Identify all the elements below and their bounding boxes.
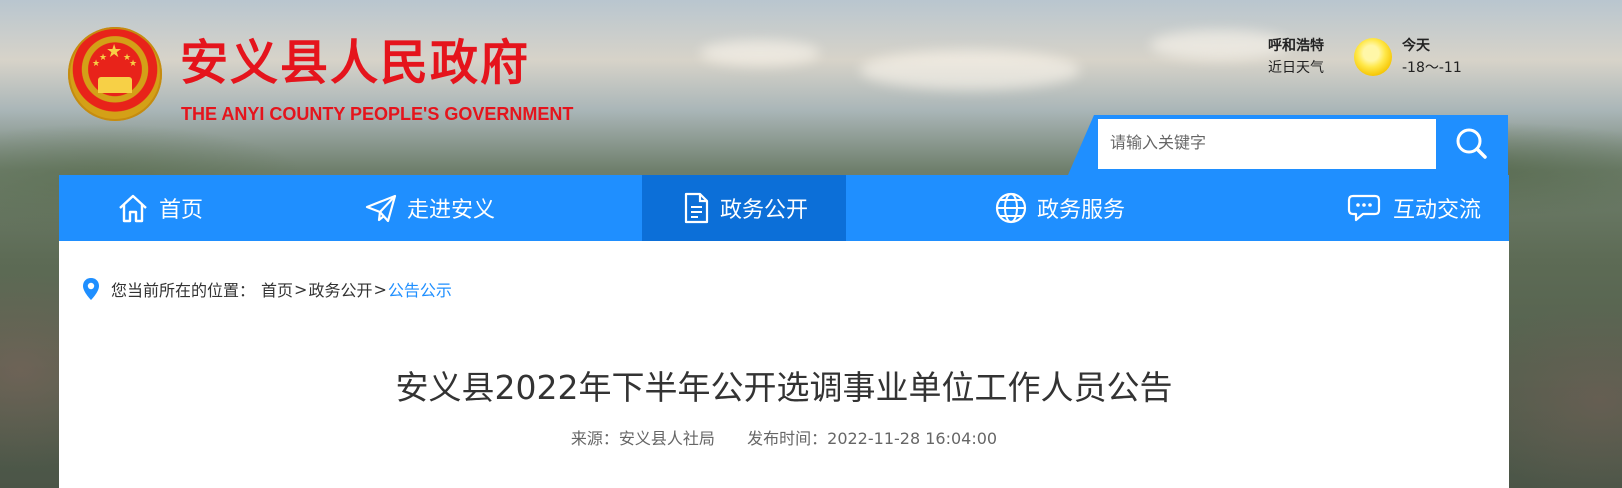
breadcrumb-separator: > xyxy=(373,279,387,299)
home-icon xyxy=(119,194,147,223)
weather-label: 近日天气 xyxy=(1268,60,1324,76)
weather-temperature: -18～-11 xyxy=(1402,60,1462,76)
search-input[interactable] xyxy=(1098,119,1436,169)
article-title: 安义县2022年下半年公开选调事业单位工作人员公告 xyxy=(395,368,1173,407)
background-cloud xyxy=(860,50,1080,90)
breadcrumb-current-announcements[interactable]: 公告公示 xyxy=(388,277,452,301)
location-pin-icon xyxy=(83,278,99,300)
breadcrumb-link-home[interactable]: 首页 xyxy=(261,277,293,301)
article-meta: 来源：安义县人社局 发布时间：2022-11-28 16:04:00 xyxy=(59,425,1509,449)
nav-item-home[interactable]: 首页 xyxy=(59,175,259,241)
sun-icon xyxy=(1354,38,1392,76)
publish-time-label: 发布时间： xyxy=(747,429,828,448)
chat-icon xyxy=(1347,194,1381,222)
nav-item-about-anyi[interactable]: 走进安义 xyxy=(349,175,509,241)
main-content: 您当前所在的位置： 首页 > 政务公开 > 公告公示 安义县2022年下半年公开… xyxy=(59,241,1509,488)
breadcrumb-separator: > xyxy=(294,279,308,299)
publish-time-value: 2022-11-28 16:04:00 xyxy=(827,429,998,448)
site-title: 安义县人民政府 xyxy=(180,35,531,91)
nav-item-label: 政务服务 xyxy=(1036,198,1125,223)
nav-item-label: 互动交流 xyxy=(1392,198,1481,223)
star-icon: ★ xyxy=(99,53,108,63)
nav-item-interaction[interactable]: 互动交流 xyxy=(1334,175,1494,241)
breadcrumb-prefix: 您当前所在的位置： xyxy=(111,281,256,300)
main-nav: 首页 走进安义 政务公开 政务服务 互动交流 xyxy=(59,175,1509,241)
source-value: 安义县人社局 xyxy=(618,429,715,448)
tiananmen-gate-shape xyxy=(98,77,132,93)
paper-plane-icon xyxy=(365,194,397,223)
breadcrumb-link-government-affairs[interactable]: 政务公开 xyxy=(308,277,372,301)
nav-item-label: 首页 xyxy=(158,198,203,223)
document-icon xyxy=(684,192,709,224)
star-icon: ★ xyxy=(106,41,123,62)
background-cloud xyxy=(700,40,820,66)
nav-item-government-services[interactable]: 政务服务 xyxy=(984,175,1134,241)
search-icon xyxy=(1456,128,1487,159)
national-emblem-icon: ★ ★ ★ ★ ★ xyxy=(68,27,162,121)
nav-item-label: 政务公开 xyxy=(719,198,808,223)
star-icon: ★ xyxy=(129,59,138,69)
nav-item-label: 走进安义 xyxy=(406,198,495,223)
globe-icon xyxy=(995,192,1027,224)
nav-item-government-affairs[interactable]: 政务公开 xyxy=(642,175,846,241)
breadcrumb: 您当前所在的位置： 首页 > 政务公开 > 公告公示 xyxy=(81,277,452,301)
search-button[interactable] xyxy=(1440,119,1502,169)
weather-city: 呼和浩特 xyxy=(1268,38,1324,54)
weather-day: 今天 xyxy=(1402,38,1430,54)
source-label: 来源： xyxy=(570,429,619,448)
site-subtitle: THE ANYI COUNTY PEOPLE'S GOVERNMENT xyxy=(181,104,574,124)
